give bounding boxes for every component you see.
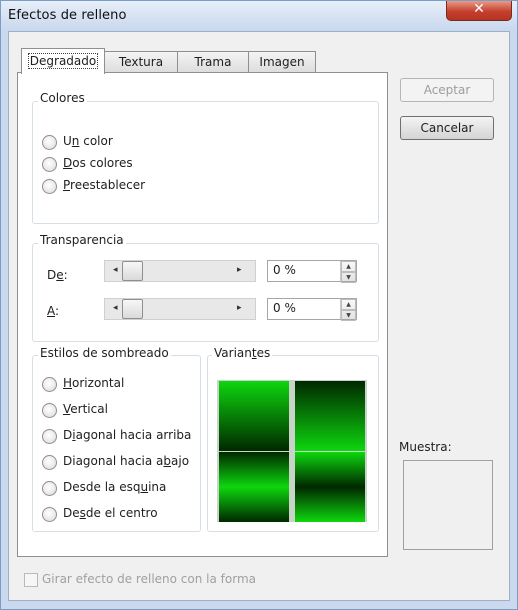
a-spinbox[interactable]: 0 % ▲ ▼ [267, 298, 357, 321]
tab-label: Trama [194, 55, 232, 69]
access-key: A [47, 304, 55, 318]
tab-label: Imagen [259, 55, 305, 69]
label-text: es [256, 346, 271, 360]
window-title: Efectos de relleno [8, 8, 127, 23]
variant-swatch-2[interactable] [295, 381, 365, 451]
radio-estilo-4[interactable] [42, 455, 57, 470]
radio-estilo-label[interactable]: Horizontal [63, 376, 124, 390]
de-slider[interactable]: ◂ ▸ [104, 260, 256, 282]
accept-button[interactable]: Aceptar [400, 78, 494, 102]
tab-label: Textura [118, 55, 164, 69]
label-text: ina [148, 480, 167, 494]
label-text: color [79, 134, 113, 148]
access-key: e [56, 268, 64, 282]
slider-left-arrow-icon[interactable]: ◂ [113, 303, 118, 313]
tab-degradado[interactable]: Degradado [21, 48, 105, 74]
label-text: D [63, 428, 73, 442]
rotate-fill-checkbox[interactable] [24, 573, 38, 587]
label-text: reestablecer [70, 178, 146, 192]
radio-estilo-2[interactable] [42, 403, 57, 418]
rotate-fill-checkbox-label[interactable]: Girar efecto de relleno con la forma [42, 572, 256, 586]
spin-down-icon[interactable]: ▼ [341, 272, 356, 283]
slider-right-arrow-icon[interactable]: ▸ [237, 265, 242, 275]
label-text: Varian [214, 346, 252, 360]
radio-dos-colores[interactable] [42, 157, 57, 172]
radio-estilo-1[interactable] [42, 377, 57, 392]
label-text: Desde la esq [63, 480, 141, 494]
variant-swatch-1[interactable] [219, 381, 289, 451]
muestra-label: Muestra: [399, 440, 452, 454]
transparencia-group-label: Transparencia [38, 233, 126, 247]
label-text: De [63, 506, 80, 520]
de-spin-buttons[interactable]: ▲ ▼ [340, 261, 356, 283]
tab-trama[interactable]: Trama [177, 51, 249, 73]
radio-estilo-5[interactable] [42, 481, 57, 496]
access-key: u [140, 480, 149, 494]
a-value[interactable]: 0 % [273, 301, 296, 315]
radio-estilo-6[interactable] [42, 507, 57, 522]
de-value[interactable]: 0 % [273, 263, 296, 277]
a-spin-buttons[interactable]: ▲ ▼ [340, 299, 356, 321]
close-button[interactable]: ✕ [446, 1, 512, 21]
colores-group-label: Colores [38, 91, 87, 105]
tab-label: Degradado [27, 53, 99, 69]
label-text: U [63, 134, 72, 148]
label-text: : [55, 304, 60, 318]
access-key: P [63, 178, 71, 192]
radio-dos-colores-label[interactable]: Dos colores [63, 156, 133, 170]
radio-estilo-label[interactable]: Diagonal hacia abajo [63, 454, 189, 468]
label-text: de el centro [85, 506, 158, 520]
spin-up-icon[interactable]: ▲ [341, 299, 356, 310]
cancel-button[interactable]: Cancelar [400, 116, 494, 140]
a-label: A: [47, 304, 59, 318]
a-slider[interactable]: ◂ ▸ [104, 298, 256, 320]
label-text: os colores [72, 156, 133, 170]
de-spinbox[interactable]: 0 % ▲ ▼ [267, 260, 357, 283]
tab-imagen[interactable]: Imagen [248, 51, 316, 73]
access-key: D [63, 156, 73, 170]
radio-preestablecer-label[interactable]: Preestablecer [63, 178, 145, 192]
muestra-preview [403, 460, 493, 550]
radio-estilo-3[interactable] [42, 429, 57, 444]
estilos-sombreado-group-label: Estilos de sombreado [38, 346, 171, 360]
label-text: orizontal [72, 376, 125, 390]
variantes-group-label: Variantes [212, 346, 273, 360]
radio-un-color-label[interactable]: Un color [63, 134, 113, 148]
radio-estilo-label[interactable]: Desde el centro [63, 506, 158, 520]
de-slider-thumb[interactable] [122, 261, 143, 281]
radio-preestablecer[interactable] [42, 179, 57, 194]
variant-swatch-3[interactable] [219, 452, 289, 522]
radio-estilo-label[interactable]: Desde la esquina [63, 480, 166, 494]
radio-estilo-label[interactable]: Vertical [63, 402, 108, 416]
a-slider-thumb[interactable] [122, 299, 143, 319]
slider-left-arrow-icon[interactable]: ◂ [113, 265, 118, 275]
access-key: H [63, 376, 73, 390]
variant-swatch-4[interactable] [295, 452, 365, 522]
label-text: ertical [70, 402, 108, 416]
tab-textura[interactable]: Textura [104, 51, 178, 73]
label-text: D [47, 268, 57, 282]
label-text: Diagonal hacia a [63, 454, 164, 468]
close-icon: ✕ [473, 1, 485, 17]
radio-estilo-label[interactable]: Diagonal hacia arriba [63, 428, 191, 442]
access-key: b [163, 454, 172, 468]
transparencia-group [32, 243, 379, 342]
de-label: De: [47, 268, 68, 282]
spin-up-icon[interactable]: ▲ [341, 261, 356, 272]
label-text: agonal hacia arriba [75, 428, 192, 442]
radio-un-color[interactable] [42, 135, 57, 150]
label-text: : [63, 268, 68, 282]
label-text: ajo [171, 454, 190, 468]
slider-right-arrow-icon[interactable]: ▸ [237, 303, 242, 313]
spin-down-icon[interactable]: ▼ [341, 310, 356, 321]
